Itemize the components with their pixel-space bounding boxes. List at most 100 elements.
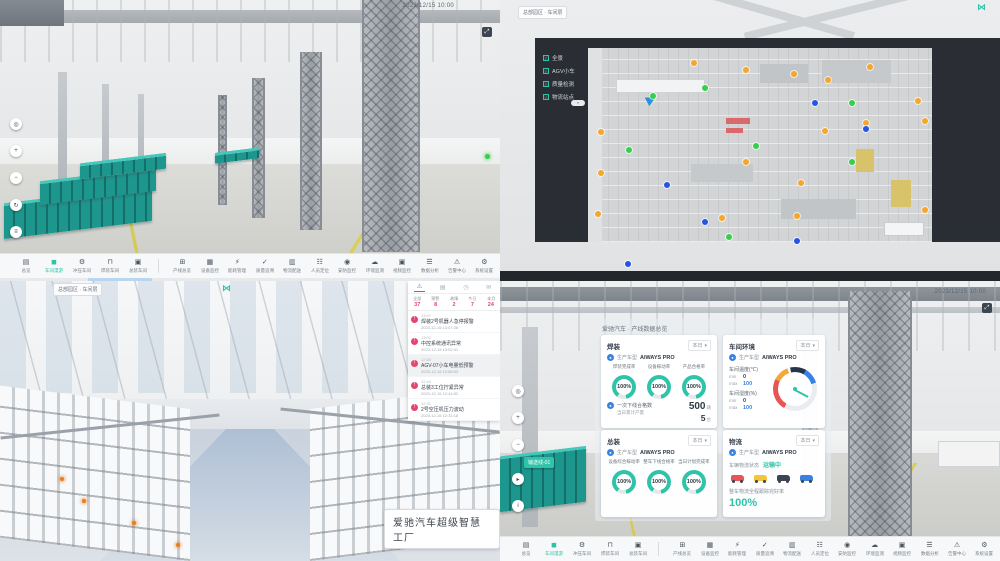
toolbar-item-workshop-roam[interactable]: ◼车间漫游 [42, 259, 66, 274]
map-marker-blue[interactable] [812, 100, 818, 106]
reset-view-button[interactable]: ↻ [10, 199, 22, 211]
alarm-tab-1[interactable]: ▤ [437, 283, 449, 292]
toolbar-item-personnel[interactable]: ☷人员定位 [808, 542, 832, 557]
map-marker-blue[interactable] [664, 182, 670, 188]
alarm-tab-3[interactable]: ✉ [483, 283, 494, 292]
zoom-in-button[interactable]: + [10, 145, 22, 157]
toolbar-item-security[interactable]: ◉安防监控 [835, 542, 859, 557]
map-marker-green[interactable] [753, 143, 759, 149]
map-marker-green[interactable] [650, 93, 656, 99]
toolbar-item-quality[interactable]: ✓质量追溯 [753, 542, 777, 557]
map-marker-blue[interactable] [863, 126, 869, 132]
map-marker-orange[interactable] [863, 120, 869, 126]
device-tag-button[interactable]: 输送线-01 [524, 457, 554, 468]
toolbar-item-equipment-monitor[interactable]: ▦设备监控 [698, 542, 722, 557]
map-marker-green[interactable] [849, 100, 855, 106]
toolbar-item-personnel[interactable]: ☷人员定位 [308, 259, 332, 274]
toolbar-item-stamping-shop[interactable]: ⚙冲压车间 [570, 542, 594, 557]
toolbar-item-assembly-shop[interactable]: ▣总装车间 [126, 259, 150, 274]
alarm-tab-2[interactable]: ◷ [460, 283, 471, 292]
toolbar-item-environment[interactable]: ☁环境监测 [363, 259, 387, 274]
toolbar-item-analytics[interactable]: ☰数据分析 [418, 259, 442, 274]
map-marker-orange[interactable] [791, 71, 797, 77]
map-marker-orange[interactable] [743, 67, 749, 73]
map-marker-blue[interactable] [794, 238, 800, 244]
map-marker-orange[interactable] [794, 213, 800, 219]
toolbar-item-energy[interactable]: ⚡能耗管理 [725, 542, 749, 557]
factory-floorplan[interactable]: ▶ [588, 48, 932, 242]
toolbar-item-label: 人员定位 [311, 267, 329, 273]
toolbar-item-logistics[interactable]: ▥物流配送 [780, 542, 804, 557]
map-marker-orange[interactable] [825, 77, 831, 83]
map-marker-orange[interactable] [922, 207, 928, 213]
toolbar-item-alerts[interactable]: ⚠告警中心 [945, 542, 969, 557]
toolbar-item-video[interactable]: ▣视频监控 [890, 542, 914, 557]
logistics-dropdown[interactable]: 本日▾ [796, 435, 819, 446]
layers-button[interactable]: ≡ [10, 226, 22, 238]
toolbar-item-welding-shop[interactable]: ⊓焊装车间 [98, 259, 122, 274]
alarm-list-item[interactable]: !12:56AGV-07小车电量低预警2023-12-15 12:56:03 [408, 355, 500, 377]
map-marker-blue[interactable] [702, 219, 708, 225]
toolbar-item-welding-shop[interactable]: ⊓焊装车间 [598, 542, 622, 557]
zoom-in-button[interactable]: + [512, 412, 524, 424]
zoom-out-button[interactable]: − [10, 172, 22, 184]
toolbar-item-line-overview[interactable]: ⊞产线总览 [670, 542, 694, 557]
collapse-button[interactable]: « [571, 100, 585, 106]
map-marker-orange[interactable] [598, 170, 604, 176]
map-marker-orange[interactable] [922, 118, 928, 124]
toolbar-item-settings[interactable]: ⚙系统设置 [972, 542, 996, 557]
scene-poi-marker[interactable] [485, 154, 490, 159]
layer-toggle[interactable]: ✓物流站点 [543, 93, 575, 101]
map-marker-orange[interactable] [822, 128, 828, 134]
map-marker-green[interactable] [702, 85, 708, 91]
alarm-list-item[interactable]: !12:312号空压机压力波动2023-12-15 12:31:18 [408, 399, 500, 421]
map-marker-orange[interactable] [743, 159, 749, 165]
map-marker-green[interactable] [849, 159, 855, 165]
alarm-list-item[interactable]: !13:07焊装2号机器人急停报警2023-12-15 13:07:26 [408, 311, 500, 333]
map-marker-green[interactable] [726, 234, 732, 240]
toolbar-item-workshop-roam[interactable]: ◼车间漫游 [542, 542, 566, 557]
weld-dropdown[interactable]: 本日▾ [688, 340, 711, 351]
map-marker-orange[interactable] [798, 180, 804, 186]
toolbar-item-logistics[interactable]: ▥物流配送 [280, 259, 304, 274]
alarm-list-item[interactable]: !13:02中控系统通讯异常2023-12-15 13:02:41 [408, 333, 500, 355]
fullscreen-icon[interactable]: ⤢ [482, 27, 492, 37]
device-info-button[interactable]: i [512, 500, 524, 512]
map-marker-orange[interactable] [691, 60, 697, 66]
map-marker-orange[interactable] [598, 129, 604, 135]
map-marker-orange[interactable] [915, 98, 921, 104]
toolbar-item-alerts[interactable]: ⚠告警中心 [445, 259, 469, 274]
map-marker-orange[interactable] [867, 64, 873, 70]
toolbar-item-overview[interactable]: ▤总览 [14, 259, 38, 274]
map-marker-orange[interactable] [595, 211, 601, 217]
toolbar-item-settings[interactable]: ⚙系统设置 [472, 259, 496, 274]
env-dropdown[interactable]: 本日▾ [796, 340, 819, 351]
toolbar-item-quality[interactable]: ✓质量追溯 [253, 259, 277, 274]
device-play-button[interactable]: ▸ [512, 473, 524, 485]
locate-button[interactable]: ◎ [512, 385, 524, 397]
layer-toggle[interactable]: ✓AGV小车 [543, 67, 575, 75]
zoom-out-button[interactable]: − [512, 439, 524, 451]
toolbar-item-video[interactable]: ▣视频监控 [390, 259, 414, 274]
minimap[interactable] [884, 222, 924, 236]
toolbar-item-overview[interactable]: ▤总览 [514, 542, 538, 557]
locate-button[interactable]: ◎ [10, 118, 22, 130]
map-marker-green[interactable] [626, 147, 632, 153]
toolbar-item-energy[interactable]: ⚡能耗管理 [225, 259, 249, 274]
toolbar-item-security[interactable]: ◉安防监控 [335, 259, 359, 274]
toolbar-item-stamping-shop[interactable]: ⚙冲压车间 [70, 259, 94, 274]
panel-title: 总装 [607, 436, 620, 446]
toolbar-item-assembly-shop[interactable]: ▣总装车间 [626, 542, 650, 557]
layer-toggle[interactable]: ✓全景 [543, 54, 575, 62]
fullscreen-icon[interactable]: ⤢ [982, 303, 992, 313]
alarm-list-item[interactable]: !12:44总装3工位拧紧异常2023-12-15 12:44:52 [408, 377, 500, 399]
toolbar-item-environment[interactable]: ☁环境监测 [863, 542, 887, 557]
toolbar-item-line-overview[interactable]: ⊞产线总览 [170, 259, 194, 274]
map-marker-blue[interactable] [625, 261, 631, 267]
map-marker-orange[interactable] [719, 215, 725, 221]
toolbar-item-equipment-monitor[interactable]: ▦设备监控 [198, 259, 222, 274]
assembly-dropdown[interactable]: 本日▾ [688, 435, 711, 446]
layer-toggle[interactable]: ✓质量检测 [543, 80, 575, 88]
alarm-tab-0[interactable]: ⚠ [414, 282, 425, 292]
toolbar-item-analytics[interactable]: ☰数据分析 [918, 542, 942, 557]
